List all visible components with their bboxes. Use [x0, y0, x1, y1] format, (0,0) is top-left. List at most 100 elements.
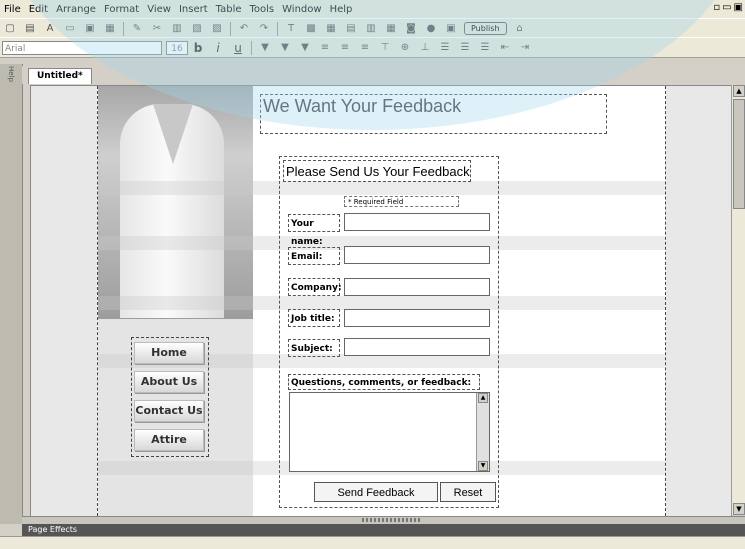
close-icon[interactable]: ▣	[734, 2, 743, 13]
label-job-title[interactable]: Job title:	[288, 309, 340, 327]
picture-icon[interactable]: ▩	[303, 22, 319, 36]
menu-tools[interactable]: Tools	[246, 4, 279, 15]
menu-format[interactable]: Format	[100, 4, 143, 15]
text-box-icon[interactable]: T	[283, 22, 299, 36]
job-title-field[interactable]	[344, 309, 490, 327]
canvas-scrollbar[interactable]: ▲ ▼	[731, 85, 745, 515]
bold-button[interactable]: b	[190, 41, 206, 55]
scroll-thumb[interactable]	[733, 99, 745, 209]
nav-button-attire[interactable]: Attire	[134, 429, 204, 451]
menu-window[interactable]: Window	[278, 4, 325, 15]
web-page: Home About Us Contact Us Attire We Want …	[97, 86, 666, 516]
format-toolbar: Arial 16 b i u ▼ ▼ ▼ ≡ ≡ ≡ ⊤ ⊕ ⊥ ☰ ☰ ☰ ⇤…	[0, 37, 745, 58]
copy-icon[interactable]: ▥	[169, 22, 185, 36]
label-questions[interactable]: Questions, comments, or feedback:	[288, 374, 480, 390]
header-photo	[98, 86, 253, 319]
canvas-margin-right	[664, 86, 731, 516]
menu-edit[interactable]: Edit	[25, 4, 52, 15]
standard-toolbar: ▢ ▤ A ▭ ▣ ▦ ✎ ✂ ▥ ▧ ▨ ↶ ↷ T ▩ ▦ ▤ ▥ ▦ ◙ …	[0, 18, 745, 39]
font-select[interactable]: Arial	[2, 40, 162, 55]
scroll-down-icon[interactable]: ▼	[733, 503, 745, 515]
layout-icon[interactable]: ▦	[383, 22, 399, 36]
document-tab-bar: Untitled*	[22, 66, 745, 84]
align-right-icon[interactable]: ≡	[357, 41, 373, 55]
company-field[interactable]	[344, 278, 490, 296]
scroll-down-icon[interactable]: ▼	[478, 461, 488, 471]
label-email[interactable]: Email:	[288, 247, 340, 265]
format-painter-icon[interactable]: ✎	[129, 22, 145, 36]
bullet-list-icon[interactable]: ☰	[437, 41, 453, 55]
table-icon[interactable]: ▦	[323, 22, 339, 36]
menu-view[interactable]: View	[143, 4, 175, 15]
redo-icon[interactable]: ↷	[256, 22, 272, 36]
menu-help[interactable]: Help	[326, 4, 357, 15]
textarea-scrollbar[interactable]: ▲ ▼	[476, 393, 489, 471]
numbered-list-icon[interactable]: ☰	[457, 41, 473, 55]
paste-icon[interactable]: ▧	[189, 22, 205, 36]
cut-icon[interactable]: ✂	[149, 22, 165, 36]
form-icon[interactable]: ▤	[343, 22, 359, 36]
side-panel	[0, 64, 23, 524]
valign-bottom-icon[interactable]: ⊥	[417, 41, 433, 55]
save-icon[interactable]: ▦	[102, 22, 118, 36]
new-document-icon[interactable]: ▢	[2, 22, 18, 36]
align-center-icon[interactable]: ≡	[337, 41, 353, 55]
menu-insert[interactable]: Insert	[175, 4, 212, 15]
scroll-up-icon[interactable]: ▲	[733, 85, 745, 97]
delete-icon[interactable]: ▨	[209, 22, 225, 36]
field-icon[interactable]: ▥	[363, 22, 379, 36]
globe-icon[interactable]: ●	[423, 22, 439, 36]
side-panel-label[interactable]: Help	[7, 66, 15, 82]
subject-field[interactable]	[344, 338, 490, 356]
minimize-icon[interactable]: ▫	[713, 2, 720, 13]
your-name-field[interactable]	[344, 213, 490, 231]
valign-top-icon[interactable]: ⊤	[377, 41, 393, 55]
menu-arrange[interactable]: Arrange	[52, 4, 100, 15]
form-title[interactable]: Please Send Us Your Feedback	[283, 160, 471, 182]
object-icon[interactable]: ◙	[403, 22, 419, 36]
tab-untitled[interactable]: Untitled*	[28, 68, 92, 84]
spell-check-icon[interactable]: A	[42, 22, 58, 36]
nav-button-about[interactable]: About Us	[134, 371, 204, 393]
toolbar-divider	[123, 21, 124, 36]
undo-icon[interactable]: ↶	[236, 22, 252, 36]
underline-button[interactable]: u	[230, 41, 246, 55]
splitter-grip[interactable]	[362, 518, 422, 522]
required-note[interactable]: * Required Field	[344, 196, 459, 207]
align-left-icon[interactable]: ≡	[317, 41, 333, 55]
label-subject[interactable]: Subject:	[288, 339, 340, 357]
scroll-up-icon[interactable]: ▲	[478, 393, 488, 403]
indent-icon[interactable]: ⇥	[517, 41, 533, 55]
highlight-icon[interactable]: ▼	[277, 41, 293, 55]
valign-middle-icon[interactable]: ⊕	[397, 41, 413, 55]
send-feedback-button[interactable]: Send Feedback	[314, 482, 438, 502]
list-icon[interactable]: ☰	[477, 41, 493, 55]
text-color-icon[interactable]: ▼	[257, 41, 273, 55]
preview-browser-icon[interactable]: ▣	[443, 22, 459, 36]
outdent-icon[interactable]: ⇤	[497, 41, 513, 55]
preview-icon[interactable]: ▣	[82, 22, 98, 36]
open-icon[interactable]: ▤	[22, 22, 38, 36]
label-your-name[interactable]: Your name:	[288, 214, 340, 247]
restore-icon[interactable]: ▭	[722, 2, 731, 13]
font-size-select[interactable]: 16	[166, 40, 188, 55]
home-icon[interactable]: ⌂	[512, 22, 528, 36]
italic-button[interactable]: i	[210, 41, 226, 55]
questions-textarea[interactable]: ▲ ▼	[289, 392, 490, 472]
publish-button[interactable]: Publish	[464, 22, 507, 35]
nav-button-home[interactable]: Home	[134, 342, 204, 364]
menu-file[interactable]: File	[0, 4, 25, 15]
page-effects-panel[interactable]: Page Effects	[22, 524, 745, 536]
design-canvas: Home About Us Contact Us Attire We Want …	[30, 85, 732, 517]
style-icon[interactable]: ▼	[297, 41, 313, 55]
reset-button[interactable]: Reset	[440, 482, 496, 502]
email-field[interactable]	[344, 246, 490, 264]
nav-button-contact[interactable]: Contact Us	[134, 400, 204, 422]
toolbar-divider	[277, 21, 278, 36]
print-icon[interactable]: ▭	[62, 22, 78, 36]
page-headline[interactable]: We Want Your Feedback	[260, 94, 607, 134]
toolbar-divider	[230, 21, 231, 36]
label-company[interactable]: Company:	[288, 278, 342, 296]
menu-table[interactable]: Table	[212, 4, 246, 15]
window-controls: ▫ ▭ ▣	[713, 2, 743, 13]
